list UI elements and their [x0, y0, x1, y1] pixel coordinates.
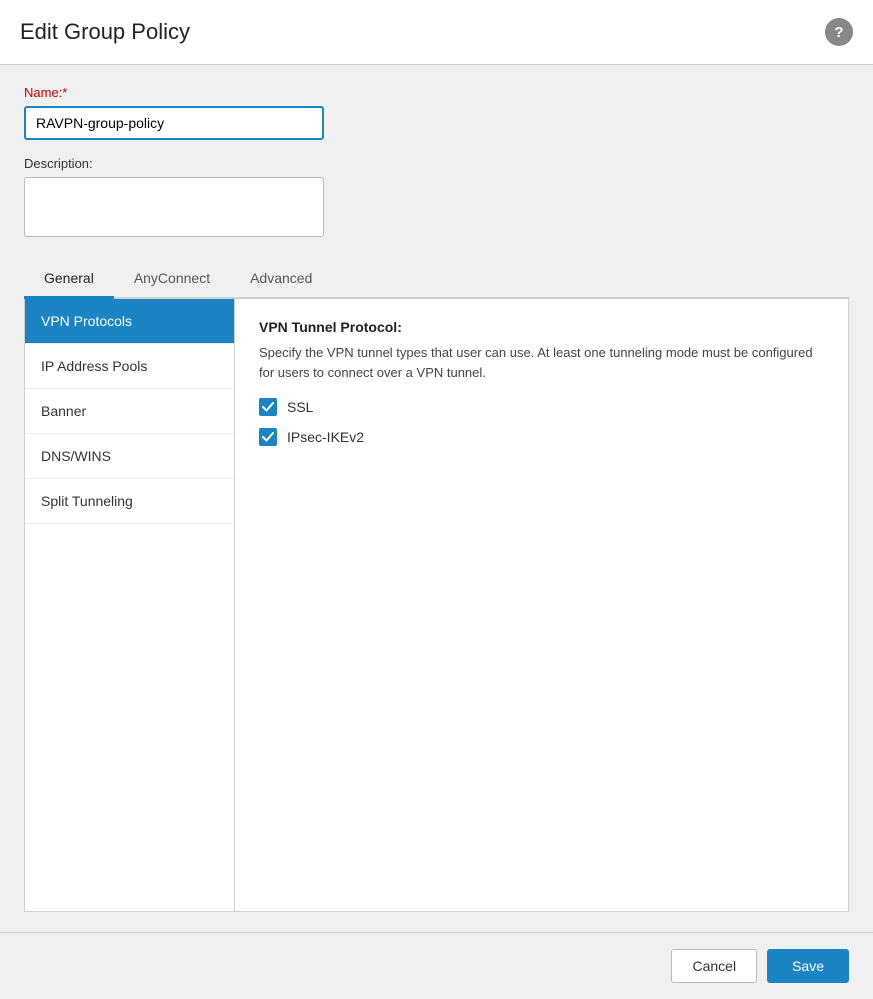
checkmark-icon: [262, 431, 274, 443]
description-field-group: Description:: [24, 156, 849, 240]
description-input[interactable]: [24, 177, 324, 237]
tab-anyconnect[interactable]: AnyConnect: [114, 260, 230, 299]
ipsec-checkbox[interactable]: [259, 428, 277, 446]
sidebar-item-vpn-protocols[interactable]: VPN Protocols: [25, 299, 234, 344]
tabs-row: General AnyConnect Advanced: [24, 260, 849, 299]
ipsec-checkbox-row: IPsec-IKEv2: [259, 428, 824, 446]
tab-advanced[interactable]: Advanced: [230, 260, 332, 299]
sidebar-item-dns-wins[interactable]: DNS/WINS: [25, 434, 234, 479]
protocol-title: VPN Tunnel Protocol:: [259, 319, 824, 335]
help-icon[interactable]: ?: [825, 18, 853, 46]
name-field-group: Name:*: [24, 85, 849, 140]
name-label: Name:*: [24, 85, 849, 100]
ssl-checkbox-row: SSL: [259, 398, 824, 416]
dialog-body: Name:* Description: General AnyConnect A…: [0, 65, 873, 932]
name-input[interactable]: [24, 106, 324, 140]
protocol-desc: Specify the VPN tunnel types that user c…: [259, 343, 819, 382]
ipsec-label: IPsec-IKEv2: [287, 429, 364, 445]
ssl-label: SSL: [287, 399, 313, 415]
dialog-header: Edit Group Policy ?: [0, 0, 873, 65]
tab-general[interactable]: General: [24, 260, 114, 299]
save-button[interactable]: Save: [767, 949, 849, 983]
checkmark-icon: [262, 401, 274, 413]
sidebar: VPN Protocols IP Address Pools Banner DN…: [25, 299, 235, 911]
cancel-button[interactable]: Cancel: [671, 949, 757, 983]
ssl-checkbox[interactable]: [259, 398, 277, 416]
dialog-title: Edit Group Policy: [20, 19, 190, 45]
tab-content-area: VPN Protocols IP Address Pools Banner DN…: [24, 299, 849, 912]
main-panel: VPN Tunnel Protocol: Specify the VPN tun…: [235, 299, 848, 911]
edit-group-policy-dialog: Edit Group Policy ? Name:* Description: …: [0, 0, 873, 999]
description-label: Description:: [24, 156, 849, 171]
dialog-footer: Cancel Save: [0, 932, 873, 999]
sidebar-item-banner[interactable]: Banner: [25, 389, 234, 434]
sidebar-item-ip-address-pools[interactable]: IP Address Pools: [25, 344, 234, 389]
sidebar-item-split-tunneling[interactable]: Split Tunneling: [25, 479, 234, 524]
